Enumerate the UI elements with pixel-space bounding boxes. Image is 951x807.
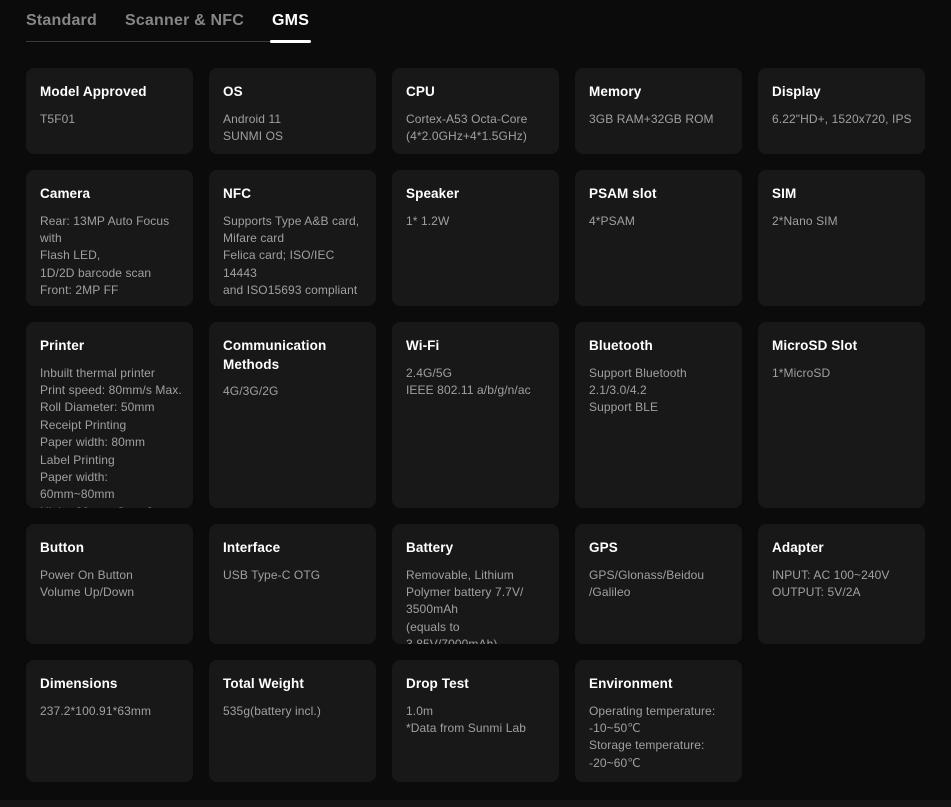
next-section-edge [0, 800, 951, 807]
spec-card-body: INPUT: AC 100~240V OUTPUT: 5V/2A [772, 567, 917, 602]
spec-card: PSAM slot 4*PSAM [575, 170, 742, 306]
tab-scanner-nfc[interactable]: Scanner & NFC [125, 12, 244, 30]
spec-card: Total Weight 535g(battery incl.) [209, 660, 376, 782]
spec-card: Dimensions 237.2*100.91*63mm [26, 660, 193, 782]
spec-card: Interface USB Type-C OTG [209, 524, 376, 644]
spec-card-title: Button [40, 539, 185, 558]
spec-card-grid: Model Approved T5F01 OS Android 11 SUNMI… [26, 68, 925, 782]
spec-card-title: Printer [40, 337, 185, 356]
spec-card: Camera Rear: 13MP Auto Focus with Flash … [26, 170, 193, 306]
spec-card-body: Rear: 13MP Auto Focus with Flash LED, 1D… [40, 213, 185, 300]
spec-card-body: USB Type-C OTG [223, 567, 368, 584]
spec-card-title: Wi-Fi [406, 337, 551, 356]
spec-card-body: 4G/3G/2G [223, 383, 368, 400]
spec-card-title: Dimensions [40, 675, 185, 694]
spec-card: Bluetooth Support Bluetooth 2.1/3.0/4.2 … [575, 322, 742, 508]
spec-card-body: Operating temperature: -10~50℃ Storage t… [589, 703, 734, 773]
spec-card-body: 1* 1.2W [406, 213, 551, 230]
spec-card: OS Android 11 SUNMI OS [209, 68, 376, 154]
spec-card-title: GPS [589, 539, 734, 558]
spec-card-body: Supports Type A&B card, Mifare card Feli… [223, 213, 368, 300]
spec-card: NFC Supports Type A&B card, Mifare card … [209, 170, 376, 306]
spec-card: Communication Methods 4G/3G/2G [209, 322, 376, 508]
spec-card-body: Power On Button Volume Up/Down [40, 567, 185, 602]
spec-card: Printer Inbuilt thermal printer Print sp… [26, 322, 193, 508]
spec-card-body: 237.2*100.91*63mm [40, 703, 185, 720]
spec-card-title: SIM [772, 185, 917, 204]
spec-card-title: CPU [406, 83, 551, 102]
spec-card-body: GPS/Glonass/Beidou /Galileo [589, 567, 734, 602]
spec-page: Standard Scanner & NFC GMS Model Approve… [0, 0, 951, 782]
spec-card-body: Android 11 SUNMI OS [223, 111, 368, 146]
spec-card-body: 535g(battery incl.) [223, 703, 368, 720]
spec-card-title: Bluetooth [589, 337, 734, 356]
spec-card: GPS GPS/Glonass/Beidou /Galileo [575, 524, 742, 644]
spec-card-body: 2*Nano SIM [772, 213, 917, 230]
spec-card-title: Drop Test [406, 675, 551, 694]
spec-card-body: 2.4G/5G IEEE 802.11 a/b/g/n/ac [406, 365, 551, 400]
spec-card-body: T5F01 [40, 111, 185, 128]
spec-card-title: Adapter [772, 539, 917, 558]
spec-card-body: 4*PSAM [589, 213, 734, 230]
spec-card-title: Model Approved [40, 83, 185, 102]
spec-card: Model Approved T5F01 [26, 68, 193, 154]
spec-tab-bar: Standard Scanner & NFC GMS [26, 12, 309, 42]
spec-card: Adapter INPUT: AC 100~240V OUTPUT: 5V/2A [758, 524, 925, 644]
spec-card-title: Speaker [406, 185, 551, 204]
spec-card-title: Battery [406, 539, 551, 558]
spec-card-body: 6.22"HD+, 1520x720, IPS [772, 111, 917, 128]
spec-card-title: NFC [223, 185, 368, 204]
spec-card-body: Removable, Lithium Polymer battery 7.7V/… [406, 567, 551, 645]
spec-card-body: Inbuilt thermal printer Print speed: 80m… [40, 365, 185, 509]
spec-card: SIM 2*Nano SIM [758, 170, 925, 306]
spec-card: Drop Test 1.0m *Data from Sunmi Lab [392, 660, 559, 782]
spec-card-body: 1.0m *Data from Sunmi Lab [406, 703, 551, 738]
spec-card: CPU Cortex-A53 Octa-Core (4*2.0GHz+4*1.5… [392, 68, 559, 154]
spec-card-body: Cortex-A53 Octa-Core (4*2.0GHz+4*1.5GHz) [406, 111, 551, 146]
spec-card: MicroSD Slot 1*MicroSD [758, 322, 925, 508]
spec-card-title: Display [772, 83, 917, 102]
spec-card-title: OS [223, 83, 368, 102]
spec-card-title: PSAM slot [589, 185, 734, 204]
spec-card: Speaker 1* 1.2W [392, 170, 559, 306]
tab-gms[interactable]: GMS [272, 12, 309, 30]
tab-standard[interactable]: Standard [26, 12, 97, 30]
spec-card: Battery Removable, Lithium Polymer batte… [392, 524, 559, 644]
spec-card-title: Environment [589, 675, 734, 694]
spec-card-title: Memory [589, 83, 734, 102]
spec-card-title: Total Weight [223, 675, 368, 694]
spec-card: Environment Operating temperature: -10~5… [575, 660, 742, 782]
spec-card-body: Support Bluetooth 2.1/3.0/4.2 Support BL… [589, 365, 734, 417]
spec-card-title: Interface [223, 539, 368, 558]
spec-card-title: Communication Methods [223, 337, 368, 374]
spec-card-body: 1*MicroSD [772, 365, 917, 382]
spec-card-body: 3GB RAM+32GB ROM [589, 111, 734, 128]
spec-card-title: Camera [40, 185, 185, 204]
spec-card: Wi-Fi 2.4G/5G IEEE 802.11 a/b/g/n/ac [392, 322, 559, 508]
spec-card: Button Power On Button Volume Up/Down [26, 524, 193, 644]
spec-card-title: MicroSD Slot [772, 337, 917, 356]
spec-card: Display 6.22"HD+, 1520x720, IPS [758, 68, 925, 154]
spec-card: Memory 3GB RAM+32GB ROM [575, 68, 742, 154]
